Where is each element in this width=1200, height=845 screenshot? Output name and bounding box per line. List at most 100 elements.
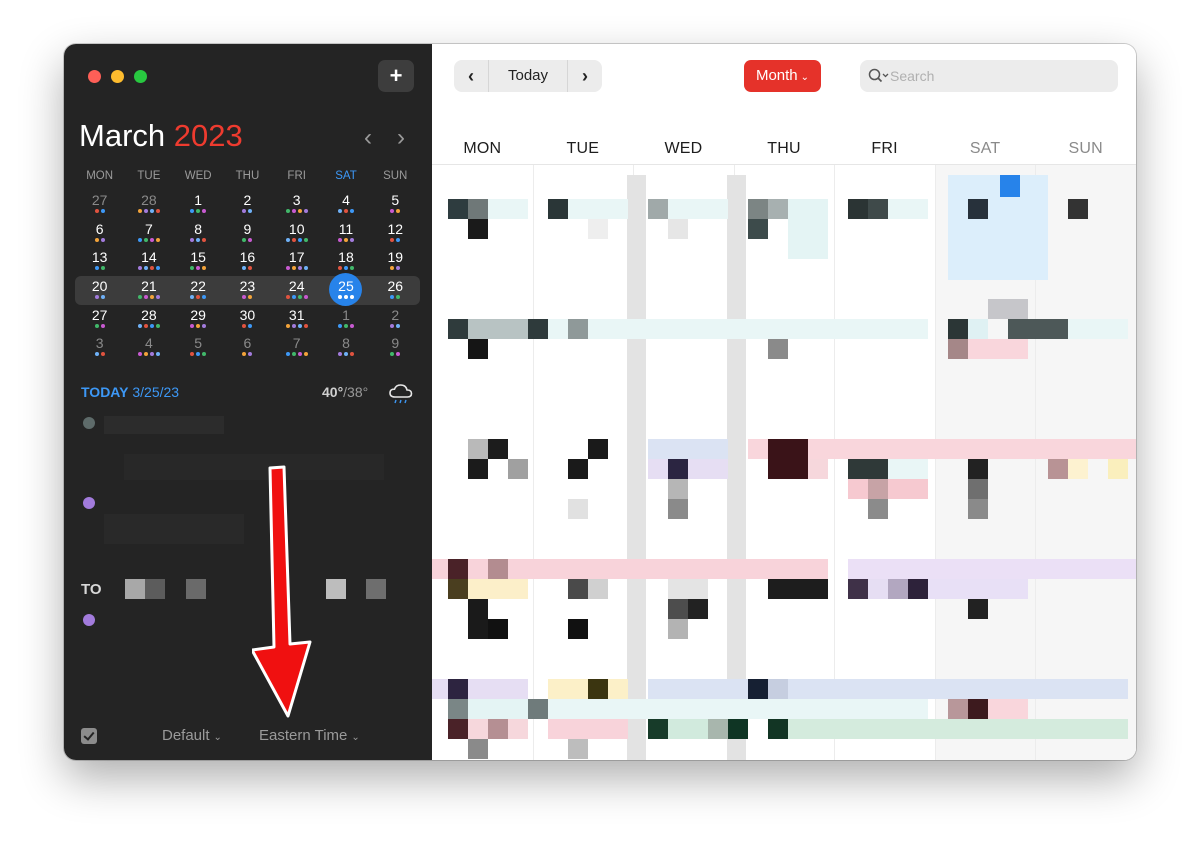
day-column-header: SUN (1068, 140, 1103, 157)
day-number: 25 (338, 278, 354, 295)
pixelated-event-block (848, 199, 868, 219)
event-dots (124, 209, 173, 213)
mini-calendar-day[interactable]: 30 (223, 305, 272, 334)
pixelated-event-block (488, 199, 528, 219)
mini-calendar-day[interactable]: 11 (321, 219, 370, 248)
mini-calendar-day[interactable]: 27 (75, 305, 124, 334)
pixelated-event-block (548, 699, 928, 719)
mini-calendar-day[interactable]: 10 (272, 219, 321, 248)
mini-calendar-day[interactable]: 2 (371, 305, 420, 334)
pixelated-event-block (488, 719, 508, 739)
mini-calendar-day[interactable]: 31 (272, 305, 321, 334)
day-number: 22 (190, 278, 206, 295)
pixelated-event-block (888, 459, 928, 479)
close-window-button[interactable] (88, 70, 101, 83)
day-number: 5 (391, 192, 400, 208)
event-color-dot (83, 614, 95, 626)
calendar-set-selector[interactable]: Default ⌄ (162, 727, 222, 744)
event-dots (321, 323, 370, 328)
mini-calendar-day[interactable]: 3 (272, 190, 321, 219)
today-button[interactable]: Today (488, 60, 568, 92)
mini-calendar-day[interactable]: 8 (321, 333, 370, 362)
mini-calendar-day[interactable]: 8 (174, 219, 223, 248)
mini-calendar-day[interactable]: 23 (223, 276, 272, 305)
mini-calendar-day[interactable]: 27 (75, 190, 124, 219)
mini-calendar-day[interactable]: 20 (75, 276, 124, 305)
mini-calendar-day[interactable]: 2 (223, 190, 272, 219)
mini-calendar-day[interactable]: 15 (174, 247, 223, 276)
mini-calendar-today[interactable]: 25 (321, 273, 370, 307)
day-number: 6 (243, 335, 252, 352)
mini-calendar-day[interactable]: 7 (124, 219, 173, 248)
day-column-header: THU (767, 140, 801, 157)
day-column-header: SAT (969, 140, 1001, 157)
mini-calendar-day[interactable]: 1 (321, 305, 370, 334)
day-number: 14 (141, 249, 157, 266)
mini-calendar-day[interactable]: 22 (174, 276, 223, 305)
mini-calendar-day[interactable]: 4 (321, 190, 370, 219)
chevron-left-icon[interactable]: ‹ (364, 124, 372, 152)
mini-calendar-day[interactable]: 28 (124, 190, 173, 219)
mini-calendar-day[interactable]: 12 (371, 219, 420, 248)
mini-calendar-day[interactable]: 6 (223, 333, 272, 362)
day-number: 10 (288, 220, 305, 237)
pixelated-event-block (788, 719, 1128, 739)
mini-calendar-day[interactable]: 29 (174, 305, 223, 334)
event-dots (75, 237, 124, 242)
day-number: 15 (190, 249, 206, 266)
column-divider (935, 165, 936, 760)
timezone-selector[interactable]: Eastern Time ⌄ (259, 727, 360, 744)
pixelated-event-block (488, 559, 508, 579)
month-grid (432, 165, 1136, 760)
mini-calendar-day[interactable]: 9 (223, 219, 272, 248)
mini-calendar-day[interactable]: 4 (124, 333, 173, 362)
minimize-window-button[interactable] (111, 70, 124, 83)
search-input[interactable] (890, 66, 1100, 86)
mini-calendar-day[interactable]: 16 (223, 247, 272, 276)
event-dots (174, 352, 223, 357)
mini-calendar-day[interactable]: 18 (321, 247, 370, 276)
next-button[interactable]: › (568, 60, 602, 92)
mini-calendar-day[interactable]: 13 (75, 247, 124, 276)
mini-calendar-day[interactable]: 26 (371, 276, 420, 305)
add-event-button[interactable]: + (378, 60, 414, 92)
mini-calendar-day[interactable]: 21 (124, 276, 173, 305)
month-weekday-header: MON TUE WED THU FRI SAT SUN (432, 140, 1136, 158)
pixelated-event-block (548, 719, 628, 739)
pixelated-event-block (648, 719, 668, 739)
blurred-event-text (366, 579, 386, 599)
mini-calendar-day[interactable]: 19 (371, 247, 420, 276)
day-number: 19 (387, 249, 404, 266)
event-dots (321, 209, 370, 213)
view-selector-button[interactable]: Month ⌄ (744, 60, 821, 92)
pixelated-event-block (468, 739, 488, 759)
previous-button[interactable]: ‹ (454, 60, 488, 92)
mini-calendar-day[interactable]: 6 (75, 219, 124, 248)
pixelated-event-block (448, 679, 468, 699)
zoom-window-button[interactable] (134, 70, 147, 83)
chevron-right-icon[interactable]: › (397, 124, 405, 152)
mini-calendar-day[interactable]: 3 (75, 333, 124, 362)
event-dots (75, 295, 124, 300)
search-field[interactable] (860, 60, 1118, 92)
mini-calendar-day[interactable]: 5 (174, 333, 223, 362)
mini-calendar-day[interactable]: 14 (124, 247, 173, 276)
day-number: 1 (342, 306, 350, 323)
mini-calendar-day[interactable]: 9 (371, 333, 420, 362)
pixelated-event-block (588, 219, 608, 239)
mini-calendar-day[interactable]: 5 (371, 190, 420, 219)
checkbox-icon[interactable] (81, 728, 97, 744)
pixelated-event-block (468, 459, 488, 479)
mini-calendar-day[interactable]: 17 (272, 247, 321, 276)
mini-calendar-day[interactable]: 7 (272, 333, 321, 362)
pixelated-event-block (668, 219, 688, 239)
day-number: 9 (391, 335, 400, 352)
pixelated-event-block (448, 579, 468, 599)
sidebar: + March 2023 ‹ › MON TUE WED THU FRI SAT… (64, 44, 432, 760)
pixelated-event-block (848, 559, 1136, 579)
event-dots (371, 237, 420, 242)
mini-calendar-day[interactable]: 28 (124, 305, 173, 334)
mini-calendar-day[interactable]: 1 (174, 190, 223, 219)
pixelated-event-block (448, 199, 468, 219)
mini-calendar-day[interactable]: 24 (272, 276, 321, 305)
